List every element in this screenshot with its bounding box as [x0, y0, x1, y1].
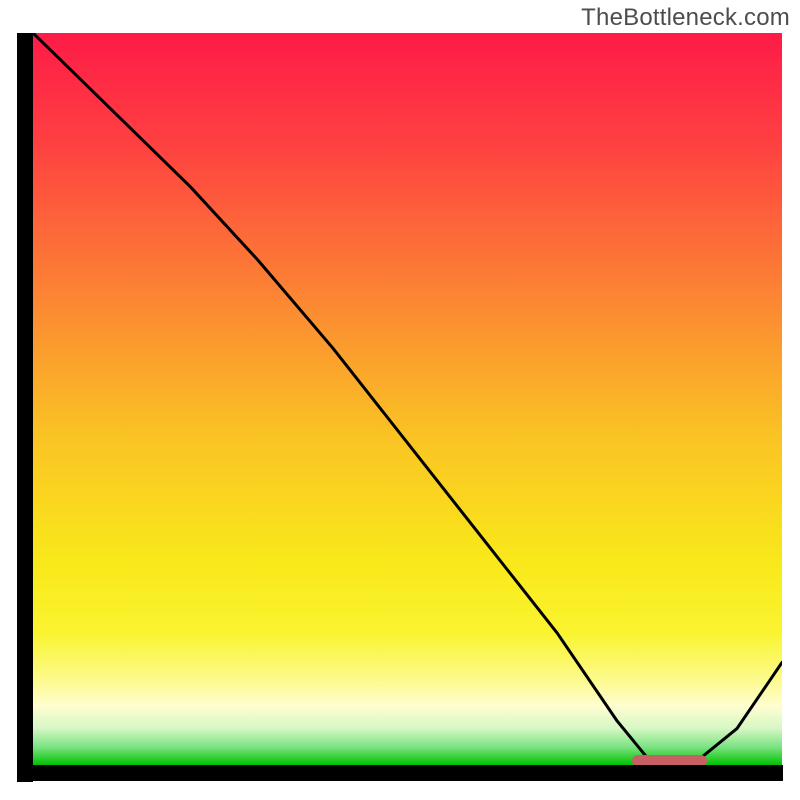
y-axis [17, 33, 33, 782]
watermark-text: TheBottleneck.com [581, 4, 790, 32]
curve-svg [33, 33, 782, 765]
plot-area [33, 33, 782, 765]
x-axis [17, 765, 783, 781]
chart-container: TheBottleneck.com [0, 0, 800, 800]
